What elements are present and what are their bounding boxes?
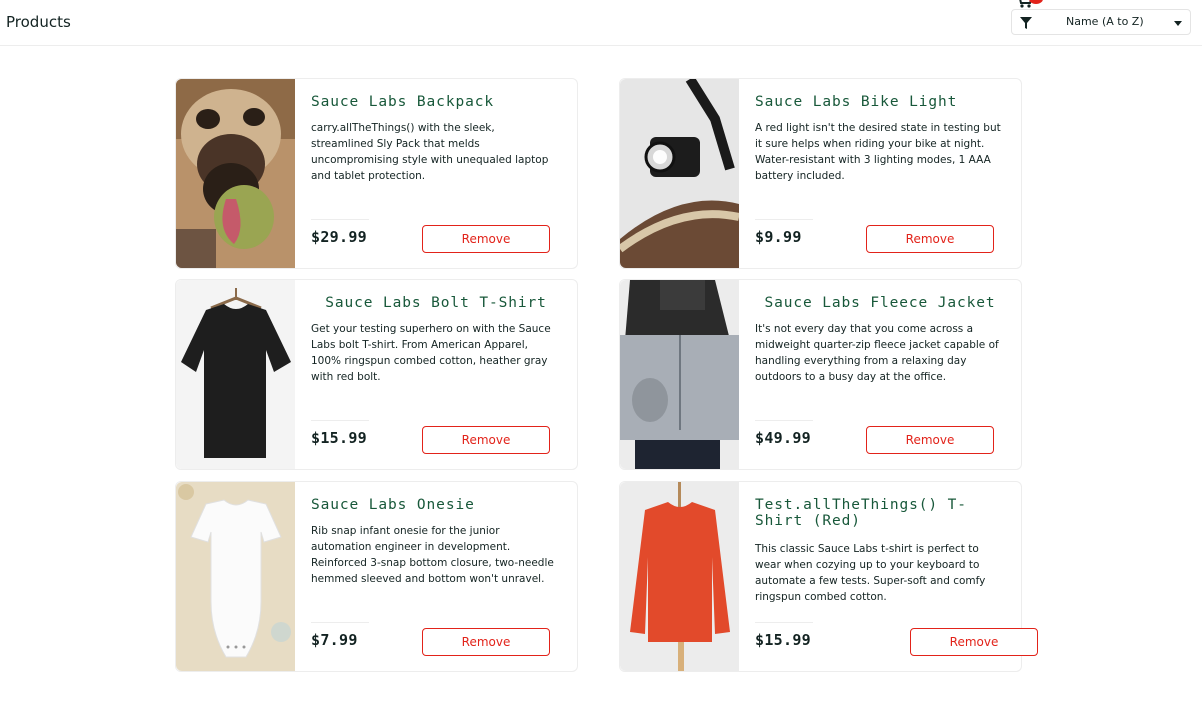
- inventory-item: Test.allTheThings() T-Shirt (Red) This c…: [619, 481, 1038, 672]
- product-description: It's not every day that you come across …: [755, 323, 999, 383]
- inventory-item: Sauce Labs Bike Light A red light isn't …: [619, 78, 1022, 269]
- product-price: $9.99: [755, 228, 802, 246]
- remove-button[interactable]: Remove: [422, 628, 550, 656]
- chevron-down-icon: [1174, 21, 1182, 26]
- sort-select[interactable]: Name (A to Z): [1011, 9, 1191, 35]
- remove-button[interactable]: Remove: [422, 225, 550, 253]
- product-price: $15.99: [755, 631, 811, 649]
- product-name[interactable]: Sauce Labs Bolt T-Shirt: [311, 295, 561, 311]
- price-divider: [755, 420, 813, 421]
- product-name[interactable]: Test.allTheThings() T-Shirt (Red): [755, 497, 1000, 529]
- product-price: $49.99: [755, 429, 811, 447]
- product-description: A red light isn't the desired state in t…: [755, 122, 1001, 182]
- product-image-bolt-tshirt[interactable]: [176, 280, 295, 469]
- product-image-red-tshirt[interactable]: [620, 482, 739, 671]
- remove-button[interactable]: Remove: [910, 628, 1038, 656]
- inventory-item: Sauce Labs Bolt T-Shirt Get your testing…: [175, 279, 578, 470]
- price-divider: [311, 622, 369, 623]
- page-title: Products: [6, 13, 71, 31]
- product-description: This classic Sauce Labs t-shirt is perfe…: [755, 543, 986, 603]
- price-divider: [311, 219, 369, 220]
- product-image-fleece-jacket[interactable]: [620, 280, 739, 469]
- remove-button[interactable]: Remove: [866, 225, 994, 253]
- product-name[interactable]: Sauce Labs Backpack: [311, 94, 561, 110]
- product-description: Rib snap infant onesie for the junior au…: [311, 525, 554, 585]
- inventory-item: Sauce Labs Fleece Jacket It's not every …: [619, 279, 1022, 470]
- remove-button[interactable]: Remove: [866, 426, 994, 454]
- product-price: $29.99: [311, 228, 367, 246]
- sort-select-value: Name (A to Z): [1066, 15, 1144, 28]
- inventory-item: Sauce Labs Onesie Rib snap infant onesie…: [175, 481, 578, 672]
- funnel-icon: [1020, 17, 1032, 29]
- product-name[interactable]: Sauce Labs Bike Light: [755, 94, 1005, 110]
- product-description: Get your testing superhero on with the S…: [311, 323, 551, 383]
- product-name[interactable]: Sauce Labs Onesie: [311, 497, 561, 513]
- remove-button[interactable]: Remove: [422, 426, 550, 454]
- product-name[interactable]: Sauce Labs Fleece Jacket: [755, 295, 1005, 311]
- price-divider: [755, 219, 813, 220]
- product-image-onesie[interactable]: [176, 482, 295, 671]
- product-image-bike-light[interactable]: [620, 79, 739, 268]
- product-price: $7.99: [311, 631, 358, 649]
- product-description: carry.allTheThings() with the sleek, str…: [311, 122, 549, 182]
- price-divider: [311, 420, 369, 421]
- product-price: $15.99: [311, 429, 367, 447]
- price-divider: [755, 622, 813, 623]
- header: Products Name (A to Z): [0, 0, 1202, 46]
- inventory-item: Sauce Labs Backpack carry.allTheThings()…: [175, 78, 578, 269]
- product-image-backpack[interactable]: [176, 79, 295, 268]
